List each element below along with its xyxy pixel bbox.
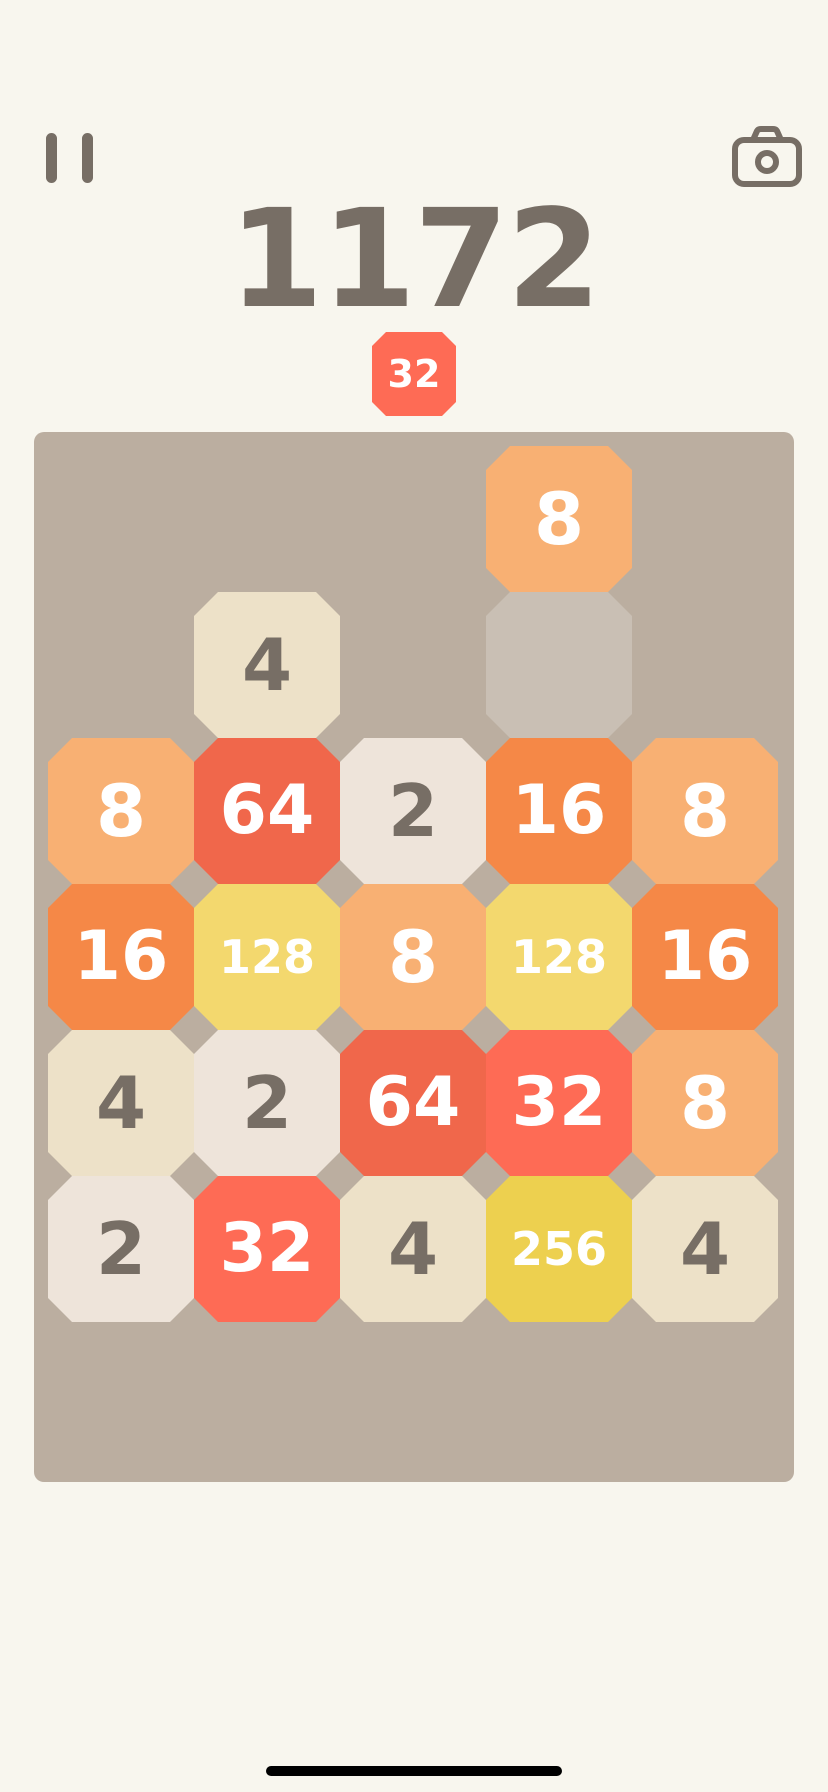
tile-16: 16 — [486, 738, 632, 884]
tile-4: 4 — [194, 592, 340, 738]
tile-32: 32 — [486, 1030, 632, 1176]
home-indicator[interactable] — [266, 1766, 562, 1776]
tile-8: 8 — [340, 884, 486, 1030]
tile-128: 128 — [486, 884, 632, 1030]
tile-64: 64 — [340, 1030, 486, 1176]
tile-8: 8 — [632, 738, 778, 884]
pause-button[interactable] — [40, 130, 100, 190]
tile-8: 8 — [486, 446, 632, 592]
tile-4: 4 — [632, 1176, 778, 1322]
tile-2: 2 — [340, 738, 486, 884]
tile-16: 16 — [632, 884, 778, 1030]
tile-16: 16 — [48, 884, 194, 1030]
camera-button[interactable] — [731, 126, 803, 190]
game-board[interactable]: 8 4 8 64 2 16 8 16 128 8 128 16 4 2 64 32 8 2 32 4 256 4 — [34, 432, 794, 1482]
tile-ghost — [486, 592, 632, 738]
tile-32: 32 — [194, 1176, 340, 1322]
tile-2: 2 — [194, 1030, 340, 1176]
tile-4: 4 — [340, 1176, 486, 1322]
tile-4: 4 — [48, 1030, 194, 1176]
score: 1172 — [228, 181, 602, 339]
tile-64: 64 — [194, 738, 340, 884]
tile-8: 8 — [48, 738, 194, 884]
tile-8: 8 — [632, 1030, 778, 1176]
tile-256: 256 — [486, 1176, 632, 1322]
target-tile-badge: 32 — [372, 332, 456, 416]
tile-128: 128 — [194, 884, 340, 1030]
camera-icon — [732, 126, 802, 187]
tile-2: 2 — [48, 1176, 194, 1322]
